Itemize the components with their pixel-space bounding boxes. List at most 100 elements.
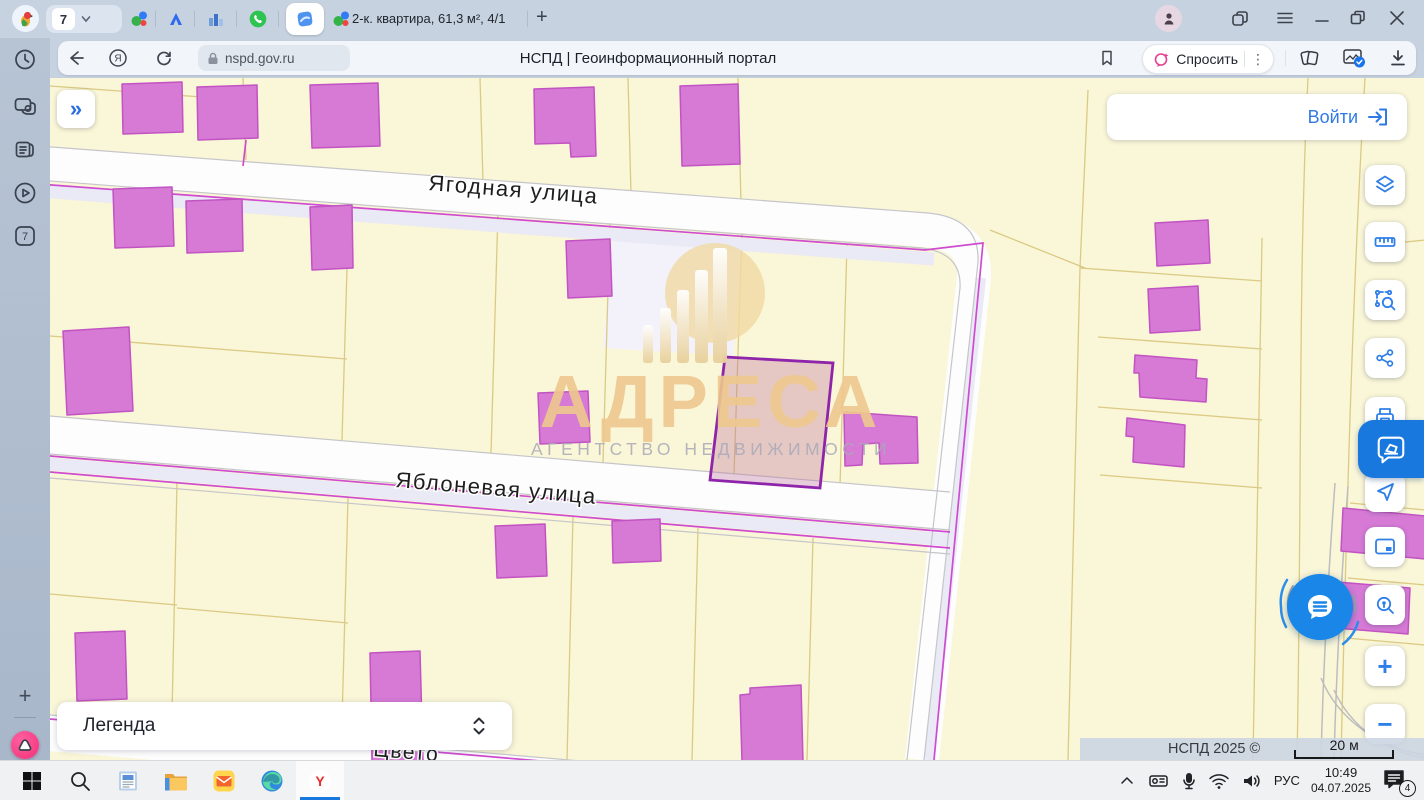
- svg-text:Y: Y: [315, 773, 325, 789]
- screenshot-button[interactable]: [13, 95, 37, 118]
- tab-title[interactable]: 2-к. квартира, 61,3 м², 4/1: [352, 11, 505, 26]
- zoom-in-glyph: +: [1377, 653, 1392, 679]
- tab-separator: [527, 11, 528, 27]
- ask-button[interactable]: Спросить ⋮: [1142, 44, 1274, 74]
- microphone-icon[interactable]: [1181, 771, 1197, 791]
- svg-text:Я: Я: [114, 54, 121, 65]
- layers-button[interactable]: [1365, 165, 1405, 205]
- language-indicator[interactable]: РУС: [1274, 773, 1300, 788]
- building: [75, 631, 127, 701]
- url-pill[interactable]: nspd.gov.ru: [198, 45, 350, 71]
- share-button[interactable]: [1365, 338, 1405, 378]
- speaker-icon[interactable]: [1241, 772, 1263, 790]
- search-icon: [69, 770, 91, 792]
- tabs-panel-button[interactable]: 7: [13, 224, 37, 248]
- ask-sparkle-icon: [1153, 51, 1170, 68]
- history-button[interactable]: [14, 48, 37, 71]
- pinned-tab-active-doc[interactable]: [286, 3, 324, 35]
- mail-icon: [212, 769, 236, 793]
- start-button[interactable]: [8, 761, 56, 800]
- tab-counter[interactable]: 7: [46, 5, 122, 33]
- assistant-panel-button[interactable]: [1358, 420, 1424, 478]
- building: [197, 85, 258, 140]
- building: [310, 205, 353, 270]
- zoom-in-button[interactable]: +: [1365, 646, 1405, 686]
- address-row: Я nspd.gov.ru НСПД | Геоинформационный п…: [50, 38, 1424, 78]
- collections-button[interactable]: [1298, 41, 1320, 75]
- blue-doc-icon: [295, 9, 315, 29]
- building: [63, 327, 133, 415]
- menu-button[interactable]: [1276, 9, 1294, 32]
- yandex-browser-icon: Y: [308, 769, 332, 793]
- pinned-tab-buildings[interactable]: [203, 6, 229, 32]
- notification-center-button[interactable]: 4: [1382, 768, 1412, 794]
- refresh-button[interactable]: [154, 41, 174, 75]
- system-tray: РУС 10:49 04.07.2025 4: [1119, 765, 1424, 796]
- back-button[interactable]: [66, 41, 86, 75]
- colored-dots-icon: [130, 10, 148, 28]
- tray-expand-icon[interactable]: [1119, 773, 1135, 789]
- sidebar-add-button[interactable]: +: [19, 683, 32, 709]
- date-label: 04.07.2025: [1311, 781, 1371, 796]
- video-button[interactable]: [13, 181, 37, 205]
- downloads-button[interactable]: [1388, 41, 1408, 75]
- pinned-separator: [155, 11, 156, 27]
- taskbar-yandex-browser-button[interactable]: Y: [296, 761, 344, 800]
- toolbar-divider: [1285, 50, 1286, 66]
- notification-badge: 4: [1399, 780, 1416, 797]
- wifi-icon[interactable]: [1208, 772, 1230, 790]
- browser-tab-bar: 7: [0, 0, 1424, 38]
- taskbar-explorer-button[interactable]: [152, 761, 200, 800]
- pinned-tab-whatsapp[interactable]: [245, 6, 271, 32]
- taskbar-news-app[interactable]: [104, 761, 152, 800]
- locate-button[interactable]: [1365, 472, 1405, 512]
- mini-map-button[interactable]: [1365, 527, 1405, 567]
- ask-separator: [1244, 51, 1245, 67]
- taskbar-edge-button[interactable]: [248, 761, 296, 800]
- articles-button[interactable]: [14, 138, 37, 161]
- taskbar-search-button[interactable]: [56, 761, 104, 800]
- pinned-tab-a[interactable]: [163, 6, 189, 32]
- search-objects-button[interactable]: [1365, 585, 1405, 625]
- restore-button[interactable]: [1349, 9, 1367, 32]
- clock[interactable]: 10:49 04.07.2025: [1311, 765, 1371, 796]
- browser-profile-avatar[interactable]: [12, 5, 39, 32]
- person-icon: [1161, 11, 1177, 27]
- chat-button[interactable]: [1287, 574, 1353, 640]
- pinned-tab-dots[interactable]: [126, 6, 152, 32]
- shared-tabs-button[interactable]: [1230, 9, 1250, 34]
- building: [1134, 355, 1207, 402]
- map-canvas[interactable]: Ягодная улица Яблоневая улица Цвето АДРЕ…: [50, 78, 1424, 760]
- user-profile-avatar[interactable]: [1155, 5, 1182, 32]
- pinned-separator: [194, 11, 195, 27]
- legend-panel[interactable]: Легенда: [57, 702, 512, 750]
- address-bar[interactable]: Я nspd.gov.ru НСПД | Геоинформационный п…: [58, 41, 1416, 75]
- measure-button[interactable]: [1365, 222, 1405, 262]
- new-tab-button[interactable]: +: [536, 6, 548, 29]
- tab-count-label: 7: [52, 8, 75, 30]
- expand-panel-button[interactable]: »: [57, 90, 95, 128]
- building: [740, 685, 803, 760]
- ask-more-button[interactable]: ⋮: [1251, 51, 1265, 68]
- select-area-button[interactable]: [1365, 280, 1405, 320]
- close-button[interactable]: [1388, 9, 1406, 32]
- cast-device-icon[interactable]: [1146, 772, 1170, 790]
- chevron-down-icon: [80, 13, 92, 25]
- map-container: Ягодная улица Яблоневая улица Цвето АДРЕ…: [50, 78, 1424, 760]
- yandex-services-button[interactable]: Я: [108, 41, 128, 75]
- lock-icon: [207, 52, 219, 65]
- yandex-circle-icon: Я: [108, 48, 128, 68]
- alice-assistant-button[interactable]: [11, 731, 39, 759]
- tab-favicon: [328, 6, 354, 32]
- taskbar-mail-button[interactable]: [200, 761, 248, 800]
- collapse-expand-icon[interactable]: [472, 716, 486, 736]
- building: [1155, 220, 1210, 266]
- building: [310, 83, 380, 148]
- minimize-button[interactable]: [1314, 9, 1330, 32]
- login-icon: [1367, 107, 1389, 127]
- chat-lines-icon: [1302, 589, 1338, 625]
- image-translate-button[interactable]: [1342, 41, 1366, 75]
- login-bar[interactable]: Войти: [1107, 94, 1407, 140]
- bookmark-button[interactable]: [1098, 41, 1116, 75]
- edge-browser-icon: [260, 769, 284, 793]
